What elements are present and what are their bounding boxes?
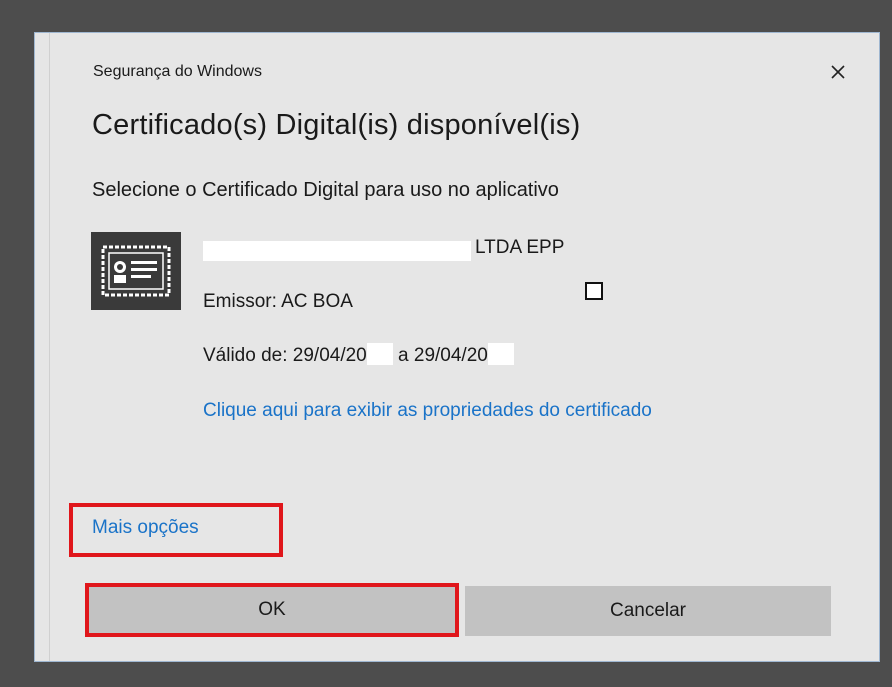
certificate-name: LTDA EPP	[203, 237, 623, 263]
validity-end: a 29/04/20	[392, 345, 488, 366]
dialog-subtitle: Selecione o Certificado Digital para uso…	[92, 179, 559, 201]
cancel-button[interactable]: Cancelar	[465, 586, 831, 636]
certificate-issuer: Emissor: AC BOA	[203, 291, 353, 312]
validity-start: Válido de: 29/04/20	[203, 345, 367, 366]
certificate-icon	[91, 232, 181, 310]
close-icon	[831, 65, 845, 79]
redacted-year-end	[487, 342, 514, 365]
dialog-caption: Segurança do Windows	[93, 63, 262, 80]
more-options-link[interactable]: Mais opções	[92, 517, 199, 539]
ok-button[interactable]: OK	[85, 583, 459, 637]
close-button[interactable]	[823, 57, 853, 87]
dialog-title: Certificado(s) Digital(is) disponível(is…	[92, 109, 581, 141]
certificate-properties-link[interactable]: Clique aqui para exibir as propriedades …	[203, 395, 763, 426]
certificate-validity: Válido de: 29/04/20 a 29/04/20	[203, 342, 514, 367]
screenshot-frame: Segurança do Windows Certificado(s) Digi…	[0, 0, 892, 687]
redacted-year-start	[366, 342, 393, 365]
redacted-name-part	[203, 241, 471, 261]
certificate-checkbox[interactable]	[585, 282, 603, 300]
windows-security-dialog: Segurança do Windows Certificado(s) Digi…	[34, 32, 880, 662]
certificate-name-visible: LTDA EPP	[475, 237, 565, 258]
